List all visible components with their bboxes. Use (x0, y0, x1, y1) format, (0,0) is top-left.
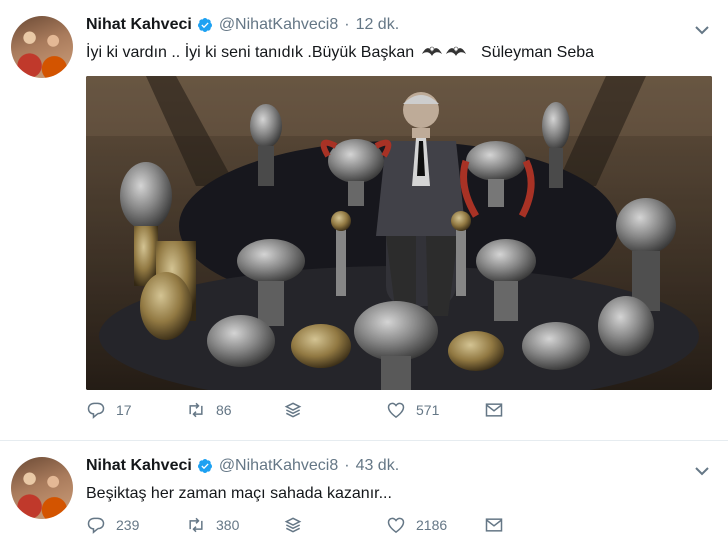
reply-count: 17 (116, 402, 132, 418)
verified-badge-icon (197, 459, 212, 473)
reply-icon (87, 517, 105, 534)
reply-count: 239 (116, 517, 140, 533)
chevron-down-icon[interactable] (694, 22, 710, 38)
heart-icon (387, 517, 405, 533)
reply-button[interactable]: 17 (86, 400, 132, 420)
tweet-timestamp[interactable]: 12 dk. (356, 16, 400, 34)
tweet-photo[interactable] (86, 76, 712, 390)
tweet-timestamp[interactable]: 43 dk. (356, 457, 400, 475)
retweet-icon (189, 517, 203, 533)
separator-dot: · (344, 457, 350, 474)
author-name[interactable]: Nihat Kahveci (86, 16, 192, 34)
tweet-header: Nihat Kahveci @NihatKahveci8 · 12 dk. (86, 16, 399, 34)
retweet-button[interactable]: 86 (186, 400, 232, 420)
stack-icon (284, 517, 302, 533)
stack-button[interactable] (283, 400, 303, 420)
envelope-icon (485, 518, 503, 532)
like-count: 2186 (416, 517, 448, 533)
avatar[interactable] (11, 16, 73, 78)
retweet-icon (189, 402, 203, 418)
like-button[interactable]: 571 (386, 400, 439, 420)
tweet-text-main: İyi ki vardın .. İyi ki seni tanıdık .Bü… (86, 44, 415, 61)
envelope-icon (485, 403, 503, 417)
eagle-emoji-icon (421, 46, 442, 56)
tweet-text: Beşiktaş her zaman maçı sahada kazanır..… (86, 485, 392, 502)
avatar[interactable] (11, 457, 73, 519)
tweet-header: Nihat Kahveci @NihatKahveci8 · 43 dk. (86, 457, 399, 475)
like-count: 571 (416, 402, 440, 418)
tweet[interactable]: Nihat Kahveci @NihatKahveci8 · 12 dk. İy… (0, 0, 728, 441)
reply-icon (87, 402, 105, 419)
tweet-text-suffix: Süleyman Seba (481, 44, 595, 61)
author-name[interactable]: Nihat Kahveci (86, 457, 192, 475)
like-button[interactable]: 2186 (386, 515, 447, 535)
tweet-text: İyi ki vardın .. İyi ki seni tanıdık .Bü… (86, 42, 594, 63)
dm-button[interactable] (484, 400, 504, 420)
author-handle[interactable]: @NihatKahveci8 (219, 16, 338, 34)
reply-button[interactable]: 239 (86, 515, 139, 535)
separator-dot: · (344, 16, 350, 33)
verified-badge-icon (197, 18, 212, 32)
trophy-photo (86, 76, 712, 390)
stack-icon (284, 402, 302, 418)
chevron-down-icon[interactable] (694, 463, 710, 479)
tweet[interactable]: Nihat Kahveci @NihatKahveci8 · 43 dk. Be… (0, 441, 728, 548)
author-handle[interactable]: @NihatKahveci8 (219, 457, 338, 475)
retweet-count: 86 (216, 402, 232, 418)
heart-icon (387, 402, 405, 418)
dm-button[interactable] (484, 515, 504, 535)
retweet-button[interactable]: 380 (186, 515, 239, 535)
eagle-emoji-icon (445, 46, 466, 56)
retweet-count: 380 (216, 517, 240, 533)
stack-button[interactable] (283, 515, 303, 535)
